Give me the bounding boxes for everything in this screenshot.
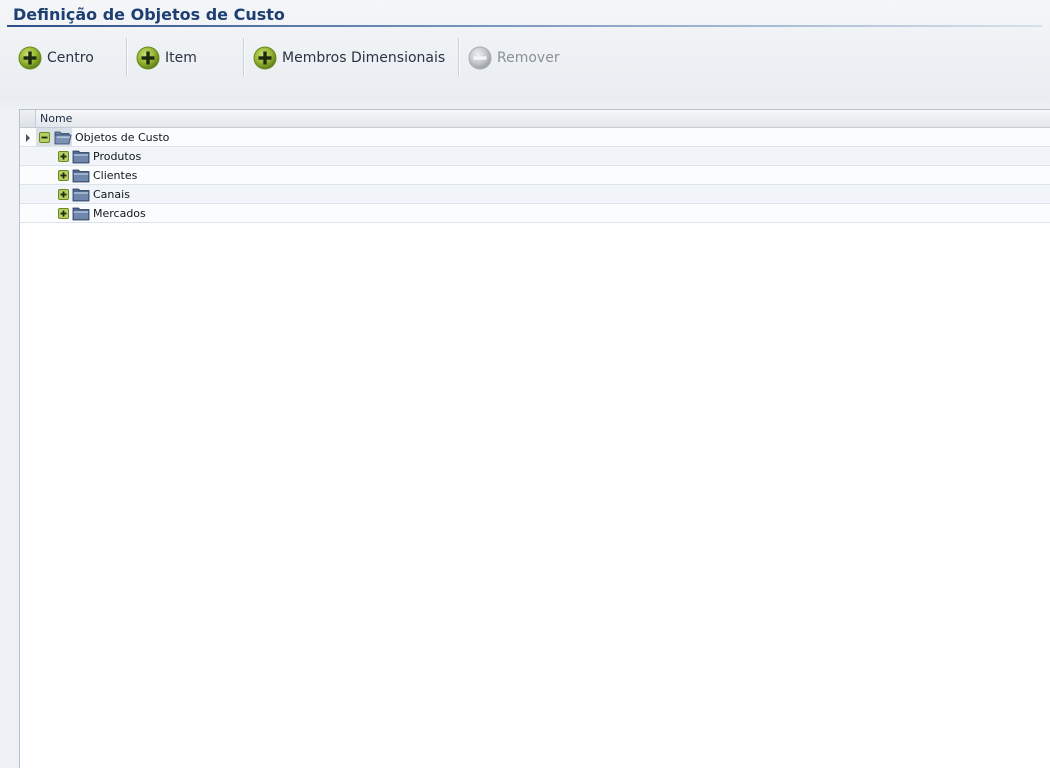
title-bar: Definição de Objetos de Custo bbox=[0, 0, 1050, 30]
remove-button[interactable]: Remover bbox=[468, 36, 560, 80]
add-centro-label: Centro bbox=[47, 50, 94, 66]
toolbar-separator bbox=[243, 38, 244, 76]
folder-open-icon bbox=[54, 131, 72, 145]
add-circle-icon bbox=[136, 46, 160, 70]
remove-circle-icon bbox=[468, 46, 492, 70]
remove-label: Remover bbox=[497, 50, 560, 66]
tree-node-label: Clientes bbox=[93, 169, 138, 182]
tree-row-produtos[interactable]: Produtos bbox=[20, 147, 1050, 166]
tree-node-label: Produtos bbox=[93, 150, 142, 163]
cost-object-definition-page: Definição de Objetos de Custo Centro Ite… bbox=[0, 0, 1050, 768]
add-circle-icon bbox=[18, 46, 42, 70]
tree-node-label: Mercados bbox=[93, 207, 146, 220]
current-row-indicator-icon bbox=[26, 134, 30, 142]
title-divider bbox=[7, 25, 1042, 27]
tree-node-label: Canais bbox=[93, 188, 130, 201]
toolbar-separator bbox=[458, 38, 459, 76]
tree-node-label: Objetos de Custo bbox=[75, 131, 170, 144]
tree-row-canais[interactable]: Canais bbox=[20, 185, 1050, 204]
add-item-button[interactable]: Item bbox=[136, 36, 197, 80]
expand-icon[interactable] bbox=[58, 151, 69, 162]
add-circle-icon bbox=[253, 46, 277, 70]
row-header-corner bbox=[20, 110, 36, 127]
tree-row-objetos-de-custo[interactable]: Objetos de Custo bbox=[20, 128, 1050, 147]
folder-icon bbox=[72, 207, 90, 221]
toolbar: Centro Item Membros Dimensionais Remover bbox=[0, 36, 1050, 82]
tree-row-clientes[interactable]: Clientes bbox=[20, 166, 1050, 185]
expand-icon[interactable] bbox=[58, 170, 69, 181]
tree-row-mercados[interactable]: Mercados bbox=[20, 204, 1050, 223]
grid-header: Nome bbox=[20, 110, 1050, 128]
column-header-nome[interactable]: Nome bbox=[40, 112, 72, 125]
add-dimensional-members-label: Membros Dimensionais bbox=[282, 50, 446, 66]
add-dimensional-members-button[interactable]: Membros Dimensionais bbox=[253, 36, 445, 80]
folder-icon bbox=[72, 169, 90, 183]
expand-icon[interactable] bbox=[58, 208, 69, 219]
add-item-label: Item bbox=[165, 50, 197, 66]
toolbar-separator bbox=[126, 38, 127, 76]
folder-icon bbox=[72, 150, 90, 164]
expand-icon[interactable] bbox=[58, 189, 69, 200]
cost-objects-tree-grid[interactable]: Nome Objetos de Custo Produtos Clientes … bbox=[19, 109, 1050, 768]
folder-icon bbox=[72, 188, 90, 202]
collapse-icon[interactable] bbox=[39, 132, 50, 143]
page-title: Definição de Objetos de Custo bbox=[13, 5, 285, 24]
add-centro-button[interactable]: Centro bbox=[18, 36, 94, 80]
